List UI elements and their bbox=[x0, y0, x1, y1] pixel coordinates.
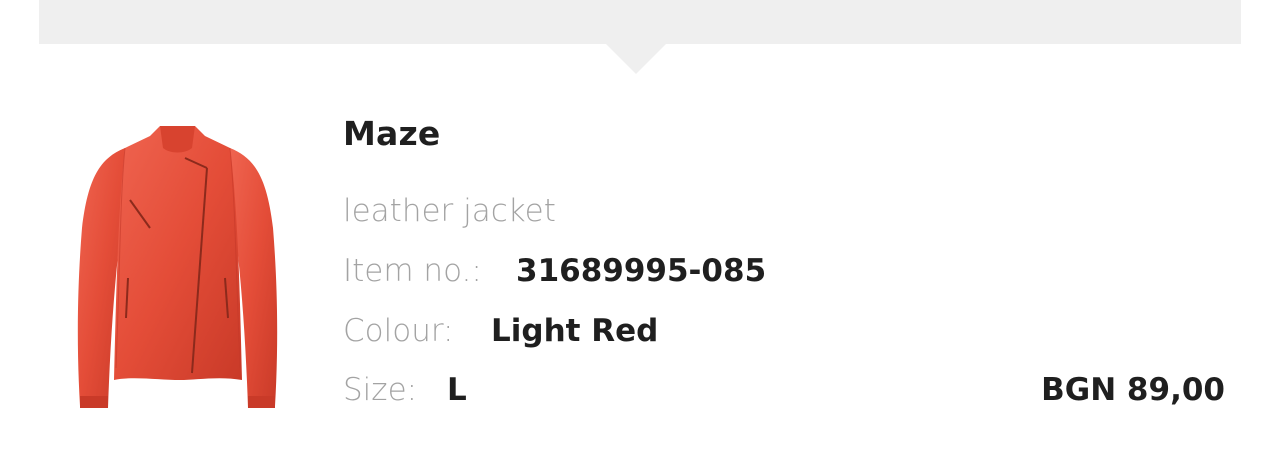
size-label: Size: bbox=[343, 372, 418, 408]
size-row: Size: L bbox=[343, 370, 467, 410]
product-brand[interactable]: Maze bbox=[343, 114, 441, 153]
leather-jacket-icon bbox=[77, 126, 278, 408]
item-number-value: 31689995-085 bbox=[516, 253, 767, 289]
top-banner bbox=[39, 0, 1241, 44]
colour-row: Colour: Light Red bbox=[343, 311, 658, 351]
product-description: leather jacket bbox=[343, 191, 556, 231]
banner-pointer bbox=[606, 44, 666, 74]
product-image[interactable] bbox=[70, 118, 285, 418]
description-text: leather jacket bbox=[343, 193, 556, 229]
colour-label: Colour: bbox=[343, 313, 454, 349]
size-value: L bbox=[447, 372, 467, 408]
product-price: BGN 89,00 bbox=[1041, 372, 1225, 408]
colour-value: Light Red bbox=[491, 313, 659, 349]
item-number-label: Item no.: bbox=[343, 253, 482, 289]
item-number-row: Item no.: 31689995-085 bbox=[343, 251, 766, 291]
